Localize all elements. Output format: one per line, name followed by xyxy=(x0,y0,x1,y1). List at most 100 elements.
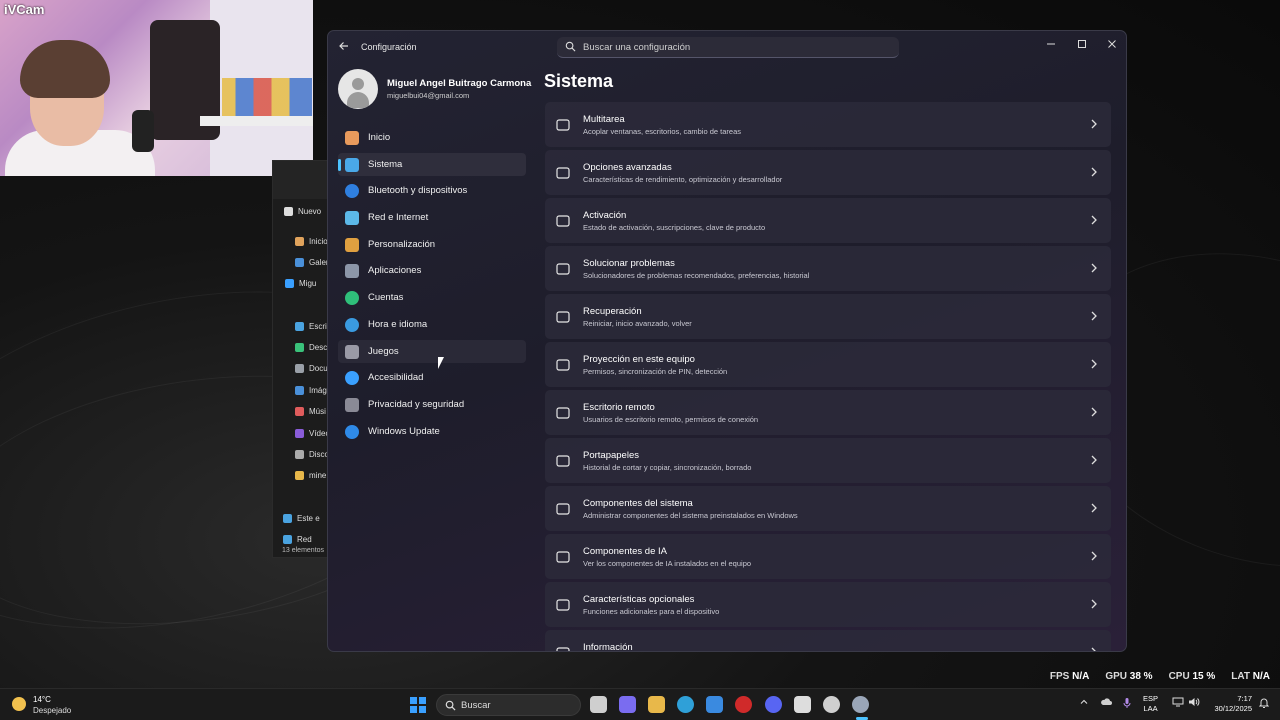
card-description: Administrar componentes del sistema prei… xyxy=(583,511,798,520)
file-explorer-icon[interactable] xyxy=(648,696,665,713)
settings-card[interactable]: Solucionar problemas Solucionadores de pr… xyxy=(545,246,1111,291)
explorer-nav-item[interactable]: Imág xyxy=(295,386,327,395)
card-title: Multitarea xyxy=(583,114,625,125)
onedrive-icon[interactable] xyxy=(1100,697,1112,710)
epic-games-icon[interactable] xyxy=(794,696,811,713)
chevron-up-icon[interactable] xyxy=(1079,697,1089,710)
maximize-button[interactable] xyxy=(1071,37,1093,55)
sidebar-item-shield[interactable]: Privacidad y seguridad xyxy=(338,393,526,416)
settings-search-box[interactable] xyxy=(557,37,899,58)
chevron-right-icon xyxy=(1091,263,1097,273)
explorer-nav-label: Inicio xyxy=(309,237,328,246)
settings-card[interactable]: Multitarea Acoplar ventanas, escritorios,… xyxy=(545,102,1111,147)
explorer-nav-item[interactable]: Músi xyxy=(295,407,326,416)
file-explorer-window[interactable]: Nuevo Inicio Galer Migu Escrit Desca Docu Imág M… xyxy=(272,160,332,558)
explorer-nav-item[interactable]: Nuevo xyxy=(284,207,321,216)
explorer-nav-item[interactable]: Red xyxy=(283,535,312,544)
sidebar-item-person[interactable]: Cuentas xyxy=(338,286,526,309)
gpu-stat: GPU 38 % xyxy=(1105,671,1152,682)
settings-nav: Inicio Sistema Bluetooth y dispositivos Red… xyxy=(338,126,526,446)
sidebar-item-label: Bluetooth y dispositivos xyxy=(368,185,468,197)
title-bar[interactable]: Configuración xyxy=(328,31,1126,63)
steam-icon[interactable] xyxy=(823,696,840,713)
user-profile[interactable]: Miguel Angel Buitrago Carmona miguelbui0… xyxy=(338,69,531,111)
card-description: Permisos, sincronización de PIN, detecci… xyxy=(583,367,728,376)
edge-icon[interactable] xyxy=(677,696,694,713)
explorer-nav-item[interactable]: Migu xyxy=(285,279,316,288)
sidebar-item-wifi[interactable]: Red e Internet xyxy=(338,206,526,229)
lat-value: N/A xyxy=(1252,671,1270,682)
microphone-icon[interactable] xyxy=(1122,697,1132,712)
search-icon xyxy=(565,41,576,52)
volume-icon[interactable] xyxy=(1188,697,1200,710)
apps-icon xyxy=(345,264,359,279)
settings-card[interactable]: Componentes del sistema Administrar compo… xyxy=(545,486,1111,531)
sidebar-item-accessibility[interactable]: Accesibilidad xyxy=(338,366,526,389)
close-button[interactable] xyxy=(1101,37,1123,55)
start-button[interactable] xyxy=(410,697,426,713)
network-icon[interactable] xyxy=(1172,697,1184,710)
settings-card[interactable]: Portapapeles Historial de cortar y copiar… xyxy=(545,438,1111,483)
settings-card[interactable]: Recuperación Reiniciar, inicio avanzado, … xyxy=(545,294,1111,339)
folder-icon xyxy=(295,471,304,480)
cpu-label: CPU xyxy=(1168,671,1190,682)
notification-bell-icon[interactable] xyxy=(1258,697,1270,712)
card-title: Solucionar problemas xyxy=(583,258,675,269)
settings-card[interactable]: Proyección en este equipo Permisos, sincr… xyxy=(545,342,1111,387)
app-title: Configuración xyxy=(361,42,417,52)
language-indicator[interactable]: ESP LAA xyxy=(1143,694,1158,714)
globe-clock-icon xyxy=(345,317,359,332)
clock[interactable]: 7:17 30/12/2025 xyxy=(1208,694,1252,714)
explorer-nav-item[interactable]: Disco xyxy=(295,450,329,459)
explorer-nav-label: Galer xyxy=(309,258,329,267)
settings-card[interactable]: Escritorio remoto Usuarios de escritorio … xyxy=(545,390,1111,435)
discord-icon[interactable] xyxy=(765,696,782,713)
search-input[interactable] xyxy=(583,40,883,55)
settings-card[interactable]: Activación Estado de activación, suscripc… xyxy=(545,198,1111,243)
chevron-right-icon xyxy=(1091,311,1097,321)
back-button[interactable] xyxy=(338,40,352,54)
explorer-nav-item[interactable]: Galer xyxy=(295,258,329,267)
taskbar-search[interactable]: Buscar xyxy=(436,694,581,716)
explorer-nav-item[interactable]: Este e xyxy=(283,514,320,523)
chevron-right-icon xyxy=(1091,455,1097,465)
desktop-icon xyxy=(295,322,304,331)
sidebar-item-monitor[interactable]: Sistema xyxy=(338,152,526,176)
sidebar-item-apps[interactable]: Aplicaciones xyxy=(338,259,526,282)
update-icon xyxy=(345,424,359,439)
settings-card[interactable]: Componentes de IA Ver los componentes de … xyxy=(545,534,1111,579)
sidebar-item-globe-clock[interactable]: Hora e idioma xyxy=(338,313,526,336)
card-title: Información xyxy=(583,642,633,652)
chevron-right-icon xyxy=(1091,599,1097,609)
sidebar-item-gamepad[interactable]: Juegos xyxy=(338,339,526,363)
explorer-nav-item[interactable]: Docu xyxy=(295,364,328,373)
sidebar-item-brush[interactable]: Personalización xyxy=(338,233,526,256)
card-title: Componentes del sistema xyxy=(583,498,693,509)
settings-window[interactable]: Configuración Miguel Angel Buitrago Carm… xyxy=(327,30,1127,652)
sidebar-item-bluetooth[interactable]: Bluetooth y dispositivos xyxy=(338,179,526,202)
active-indicator xyxy=(338,158,341,171)
explorer-nav-item[interactable]: Vídeo xyxy=(295,429,330,438)
sidebar-item-label: Hora e idioma xyxy=(368,318,428,330)
opera-icon[interactable] xyxy=(735,696,752,713)
disk-icon xyxy=(295,450,304,459)
clipboard-icon xyxy=(556,455,570,467)
minimize-button[interactable] xyxy=(1040,37,1062,55)
multitask-icon xyxy=(556,119,570,131)
store-icon[interactable] xyxy=(706,696,723,713)
pc-icon xyxy=(283,514,292,523)
settings-card[interactable]: Características opcionales Funciones adic… xyxy=(545,582,1111,627)
sidebar-item-update[interactable]: Windows Update xyxy=(338,420,526,443)
copilot-icon[interactable] xyxy=(619,696,636,713)
sidebar-item-home[interactable]: Inicio xyxy=(338,126,526,149)
explorer-nav-item[interactable]: Escrit xyxy=(295,322,329,331)
settings-card[interactable]: Opciones avanzadas Características de ren… xyxy=(545,150,1111,195)
task-view-icon[interactable] xyxy=(590,696,607,713)
chevron-right-icon xyxy=(1091,215,1097,225)
sidebar-item-label: Juegos xyxy=(368,345,399,357)
settings-icon[interactable] xyxy=(852,696,869,713)
explorer-nav-item[interactable]: Inicio xyxy=(295,237,328,246)
close-icon xyxy=(1108,40,1116,48)
settings-card[interactable]: Información xyxy=(545,630,1111,652)
explorer-nav-item[interactable]: mine xyxy=(295,471,326,480)
